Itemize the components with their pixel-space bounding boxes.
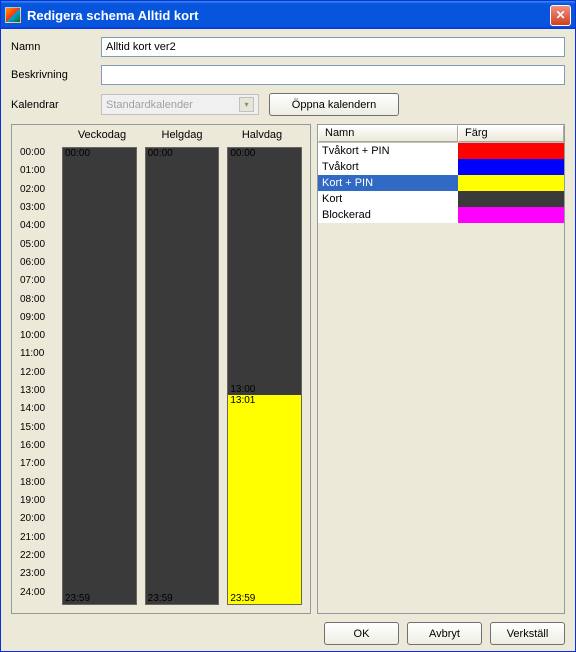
chevron-down-icon: ▾ — [239, 97, 254, 112]
hour-label: 18:00 — [20, 477, 62, 495]
ok-button[interactable]: OK — [324, 622, 399, 645]
hour-label: 16:00 — [20, 440, 62, 458]
block-end-label: 23:59 — [65, 593, 90, 604]
hour-label: 13:00 — [20, 385, 62, 403]
block-start-label: 00:00 — [230, 148, 255, 159]
hour-label: 09:00 — [20, 312, 62, 330]
legend-row-name: Kort — [318, 191, 458, 207]
legend-head-name: Namn — [318, 125, 458, 142]
schedule-panel: VeckodagHelgdagHalvdag 00:0001:0002:0003… — [11, 124, 311, 614]
hour-label: 19:00 — [20, 495, 62, 513]
open-calendar-button[interactable]: Öppna kalendern — [269, 93, 399, 116]
schedule-column-header: Halvdag — [222, 129, 302, 141]
hour-label: 03:00 — [20, 202, 62, 220]
legend-row-color — [458, 159, 564, 175]
legend-row-name: Tvåkort + PIN — [318, 143, 458, 159]
block-start-label: 00:00 — [148, 148, 173, 159]
hour-label: 02:00 — [20, 184, 62, 202]
block-start-label: 00:00 — [65, 148, 90, 159]
window-title: Redigera schema Alltid kort — [27, 8, 550, 23]
titlebar[interactable]: Redigera schema Alltid kort ✕ — [1, 1, 575, 29]
hour-label: 21:00 — [20, 532, 62, 550]
description-input[interactable] — [101, 65, 565, 85]
name-label: Namn — [11, 41, 101, 53]
block-end-label: 23:59 — [148, 593, 173, 604]
hour-scale: 00:0001:0002:0003:0004:0005:0006:0007:00… — [20, 147, 62, 605]
legend-row-color — [458, 191, 564, 207]
schedule-block[interactable]: 00:00 23:59 — [146, 148, 219, 604]
legend-row[interactable]: Tvåkort — [318, 159, 564, 175]
hour-label: 17:00 — [20, 458, 62, 476]
legend-row-name: Kort + PIN — [318, 175, 458, 191]
apply-button[interactable]: Verkställ — [490, 622, 565, 645]
legend-row-color — [458, 207, 564, 223]
block-start-label: 13:01 — [230, 395, 255, 406]
legend-head-color: Färg — [458, 125, 564, 142]
hour-label: 06:00 — [20, 257, 62, 275]
hour-label: 05:00 — [20, 239, 62, 257]
calendar-combo-text: Standardkalender — [106, 99, 193, 111]
legend-row-name: Tvåkort — [318, 159, 458, 175]
legend-row-color — [458, 143, 564, 159]
schedule-block[interactable]: 00:00 23:59 — [63, 148, 136, 604]
hour-label: 11:00 — [20, 348, 62, 366]
schedule-block[interactable]: 13:01 23:59 — [228, 395, 301, 604]
hour-label: 08:00 — [20, 294, 62, 312]
calendar-combo: Standardkalender ▾ — [101, 94, 259, 115]
block-end-label: 23:59 — [230, 593, 255, 604]
day-column[interactable]: 00:00 13:0013:01 23:59 — [227, 147, 302, 605]
hour-label: 15:00 — [20, 422, 62, 440]
legend-row-color — [458, 175, 564, 191]
legend-row[interactable]: Kort + PIN — [318, 175, 564, 191]
hour-label: 22:00 — [20, 550, 62, 568]
button-bar: OK Avbryt Verkställ — [11, 614, 565, 645]
client-area: Namn Beskrivning Kalendrar Standardkalen… — [1, 29, 575, 651]
hour-label: 14:00 — [20, 403, 62, 421]
day-column[interactable]: 00:00 23:59 — [62, 147, 137, 605]
legend-row[interactable]: Blockerad — [318, 207, 564, 223]
hour-label: 10:00 — [20, 330, 62, 348]
name-input[interactable] — [101, 37, 565, 57]
legend-header: Namn Färg — [318, 125, 564, 143]
dialog-window: Redigera schema Alltid kort ✕ Namn Beskr… — [0, 0, 576, 652]
description-label: Beskrivning — [11, 69, 101, 81]
schedule-column-header: Veckodag — [62, 129, 142, 141]
hour-label: 00:00 — [20, 147, 62, 165]
app-icon — [5, 7, 21, 23]
hour-label: 12:00 — [20, 367, 62, 385]
hour-label: 07:00 — [20, 275, 62, 293]
legend-panel: Namn Färg Tvåkort + PINTvåkortKort + PIN… — [317, 124, 565, 614]
legend-row[interactable]: Tvåkort + PIN — [318, 143, 564, 159]
hour-label: 01:00 — [20, 165, 62, 183]
hour-label: 20:00 — [20, 513, 62, 531]
hour-label: 23:00 — [20, 568, 62, 586]
day-column[interactable]: 00:00 23:59 — [145, 147, 220, 605]
legend-row-name: Blockerad — [318, 207, 458, 223]
schedule-column-header: Helgdag — [142, 129, 222, 141]
hour-label: 04:00 — [20, 220, 62, 238]
block-end-label: 13:00 — [230, 384, 255, 395]
cancel-button[interactable]: Avbryt — [407, 622, 482, 645]
hour-label: 24:00 — [20, 587, 62, 605]
close-icon[interactable]: ✕ — [550, 5, 571, 26]
legend-row[interactable]: Kort — [318, 191, 564, 207]
schedule-block[interactable]: 00:00 13:00 — [228, 148, 301, 395]
calendar-label: Kalendrar — [11, 99, 101, 111]
